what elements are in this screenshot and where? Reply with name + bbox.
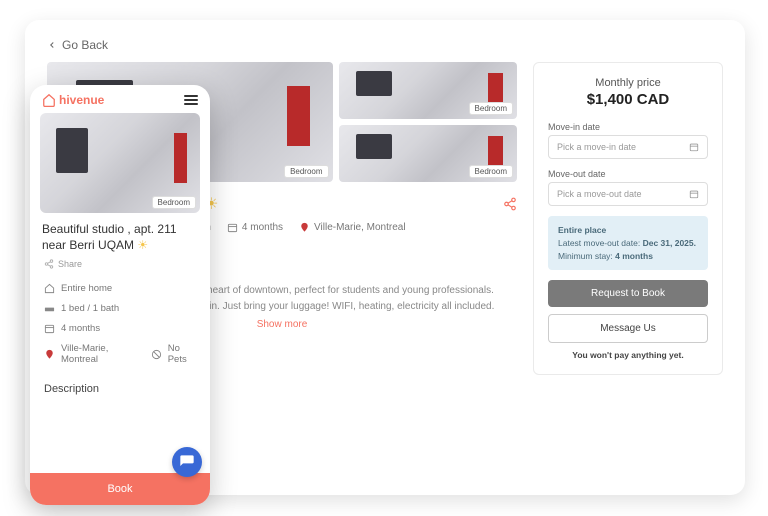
share-button[interactable]: Share [30, 257, 210, 279]
calendar-icon [227, 222, 238, 233]
image-badge: Bedroom [469, 102, 513, 115]
pay-note: You won't pay anything yet. [548, 350, 708, 360]
mobile-title: Beautiful studio , apt. 211 near Berri U… [30, 213, 210, 257]
moveout-input[interactable]: Pick a move-out date [548, 182, 708, 206]
home-icon [44, 283, 55, 294]
meta-location: Ville-Marie, Montreal [299, 222, 406, 233]
gallery-thumb[interactable]: Bedroom [339, 125, 517, 182]
share-icon [44, 259, 54, 269]
image-badge: Bedroom [469, 165, 513, 178]
gallery-thumb[interactable]: Bedroom [339, 62, 517, 119]
chat-icon [179, 454, 195, 470]
mobile-meta-list: Entire home 1 bed / 1 bath 4 months Vill… [30, 279, 210, 369]
brand-logo[interactable]: hivenue [42, 93, 104, 107]
meta-duration: 4 months [227, 222, 283, 233]
go-back-label: Go Back [62, 38, 108, 52]
moveout-label: Move-out date [548, 169, 708, 179]
movein-label: Move-in date [548, 122, 708, 132]
chat-fab[interactable] [172, 447, 202, 477]
bed-icon [44, 303, 55, 314]
meta-pets: No Pets [151, 343, 196, 365]
price-label: Monthly price [548, 77, 708, 89]
chevron-left-icon [47, 40, 57, 50]
pin-icon [299, 222, 310, 233]
listing-meta: ath 4 months Ville-Marie, Montreal [182, 222, 517, 233]
calendar-icon [689, 142, 699, 152]
info-box: Entire place Latest move-out date: Dec 3… [548, 216, 708, 270]
mobile-hero-image[interactable]: Bedroom [40, 113, 200, 213]
image-badge: Bedroom [284, 165, 328, 178]
go-back-button[interactable]: Go Back [47, 38, 723, 52]
sun-icon: ☀ [137, 238, 148, 252]
share-icon[interactable] [503, 197, 517, 211]
no-pets-icon [151, 349, 162, 360]
mobile-view: hivenue Bedroom Beautiful studio , apt. … [30, 85, 210, 505]
price-value: $1,400 CAD [548, 91, 708, 108]
pin-icon [44, 349, 55, 360]
request-book-button[interactable]: Request to Book [548, 280, 708, 307]
book-button[interactable]: Book [30, 473, 210, 505]
meta-home: Entire home [44, 283, 196, 294]
booking-card: Monthly price $1,400 CAD Move-in date Pi… [533, 62, 723, 375]
movein-input[interactable]: Pick a move-in date [548, 135, 708, 159]
meta-beds: 1 bed / 1 bath [44, 303, 196, 314]
calendar-icon [689, 189, 699, 199]
description: n the heart of downtown, perfect for stu… [182, 283, 517, 315]
meta-duration: 4 months [44, 323, 196, 334]
meta-location: Ville-Marie, Montreal [44, 343, 137, 365]
calendar-icon [44, 323, 55, 334]
logo-icon [42, 93, 56, 107]
description-heading: Description [30, 369, 210, 401]
message-us-button[interactable]: Message Us [548, 314, 708, 343]
image-badge: Bedroom [152, 196, 196, 209]
menu-icon[interactable] [184, 95, 198, 105]
